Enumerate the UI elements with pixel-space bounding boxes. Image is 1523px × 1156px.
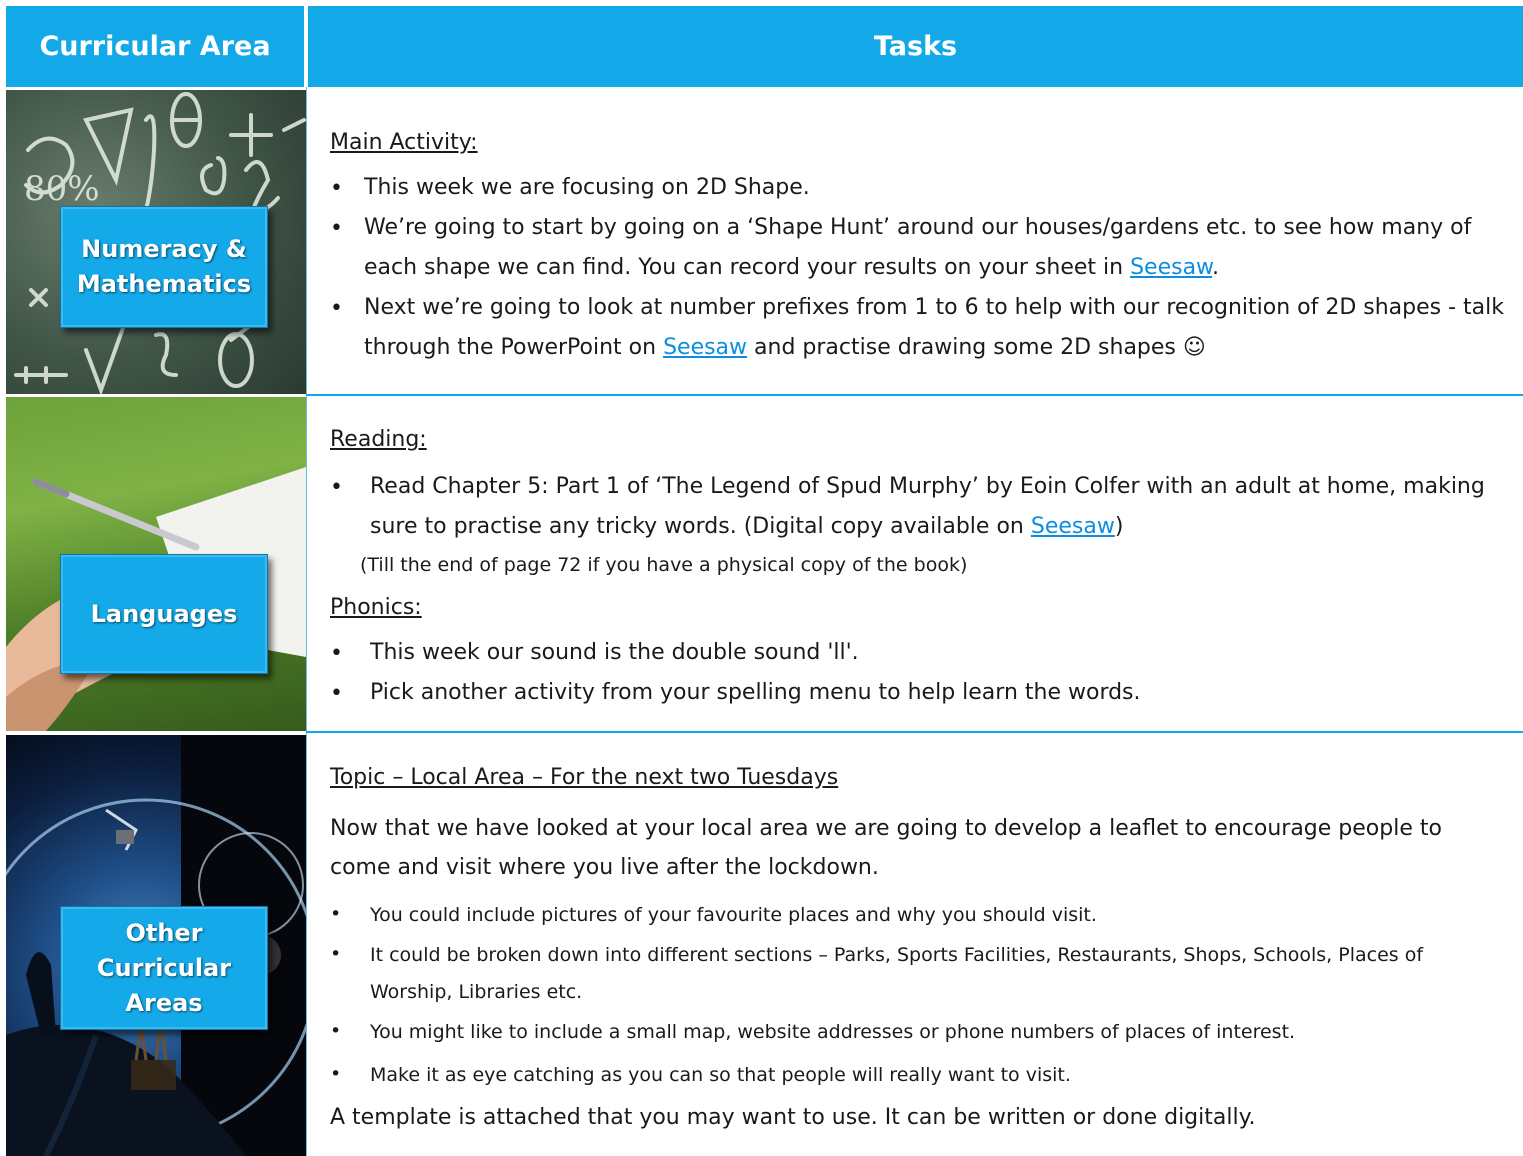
languages-badge-label: Languages — [90, 599, 238, 628]
bullet-dot: • — [330, 176, 343, 201]
phonics-bullet-2-text: Pick another activity from your spelling… — [370, 680, 1141, 705]
bullet-dot: • — [330, 475, 343, 500]
bullet-dot: • — [330, 641, 343, 666]
other-badge-line2: Curricular — [96, 953, 232, 982]
topic-closing: A template is attached that you may want… — [330, 1105, 1256, 1130]
header-left-label: Curricular Area — [39, 31, 271, 62]
header-right-label: Tasks — [873, 31, 958, 62]
phonics-heading: Phonics: — [330, 595, 422, 620]
bullet-dot: • — [330, 296, 343, 321]
numeracy-bullet-2-body: We’re going to start by going on a ‘Shap… — [364, 215, 1472, 280]
column-divider — [306, 87, 307, 1156]
numeracy-bullet-3-text: Next we’re going to look at number prefi… — [364, 288, 1504, 368]
numeracy-bullet-3-end: and practise drawing some 2D shapes ☺ — [747, 335, 1206, 360]
header-curricular-area: Curricular Area — [6, 6, 304, 87]
languages-badge: Languages — [60, 554, 268, 674]
row-divider — [306, 731, 1523, 733]
other-bullet-2-text: It could be broken down into different s… — [370, 944, 1424, 1003]
numeracy-heading: Main Activity: — [330, 130, 478, 155]
topic-heading: Topic – Local Area – For the next two Tu… — [330, 765, 839, 790]
seesaw-link[interactable]: Seesaw — [1031, 514, 1115, 539]
bullet-dot: • — [330, 681, 343, 706]
reading-note: (Till the end of page 72 if you have a p… — [360, 554, 968, 576]
numeracy-badge-line1: Numeracy & — [81, 235, 247, 263]
bullet-dot: • — [330, 943, 342, 965]
other-areas-badge: Other Curricular Areas — [60, 906, 268, 1030]
other-badge-line1: Other — [125, 918, 203, 947]
row-divider — [306, 394, 1523, 396]
svg-text:80%: 80% — [24, 169, 100, 209]
seesaw-link[interactable]: Seesaw — [1130, 255, 1212, 280]
reading-body: Read Chapter 5: Part 1 of ‘The Legend of… — [370, 474, 1485, 539]
topic-intro: Now that we have looked at your local ar… — [330, 816, 1442, 880]
other-bullet-1-text: You could include pictures of your favou… — [370, 904, 1097, 926]
bullet-dot: • — [330, 216, 343, 241]
seesaw-link[interactable]: Seesaw — [663, 335, 747, 360]
bullet-dot: • — [330, 903, 342, 925]
numeracy-bullet-1-text: This week we are focusing on 2D Shape. — [364, 175, 810, 200]
other-bullet-3-text: You might like to include a small map, w… — [370, 1021, 1296, 1043]
numeracy-bullet-2-end: . — [1212, 255, 1220, 280]
other-badge-line3: Areas — [125, 988, 203, 1017]
reading-heading: Reading: — [330, 427, 427, 452]
reading-end: ) — [1114, 514, 1124, 539]
bullet-dot: • — [330, 1063, 342, 1085]
header-tasks: Tasks — [308, 6, 1523, 87]
task-sheet: Curricular Area Tasks 80% Numeracy & Mat… — [0, 0, 1523, 1156]
other-bullet-4-text: Make it as eye catching as you can so th… — [370, 1064, 1071, 1086]
numeracy-bullet-2-text: We’re going to start by going on a ‘Shap… — [364, 208, 1504, 288]
phonics-bullet-1-text: This week our sound is the double sound … — [370, 640, 859, 665]
numeracy-badge-line2: Mathematics — [76, 270, 252, 298]
bullet-dot: • — [330, 1020, 342, 1042]
numeracy-badge: Numeracy & Mathematics — [60, 206, 268, 328]
reading-bullet-text: Read Chapter 5: Part 1 of ‘The Legend of… — [370, 467, 1510, 547]
